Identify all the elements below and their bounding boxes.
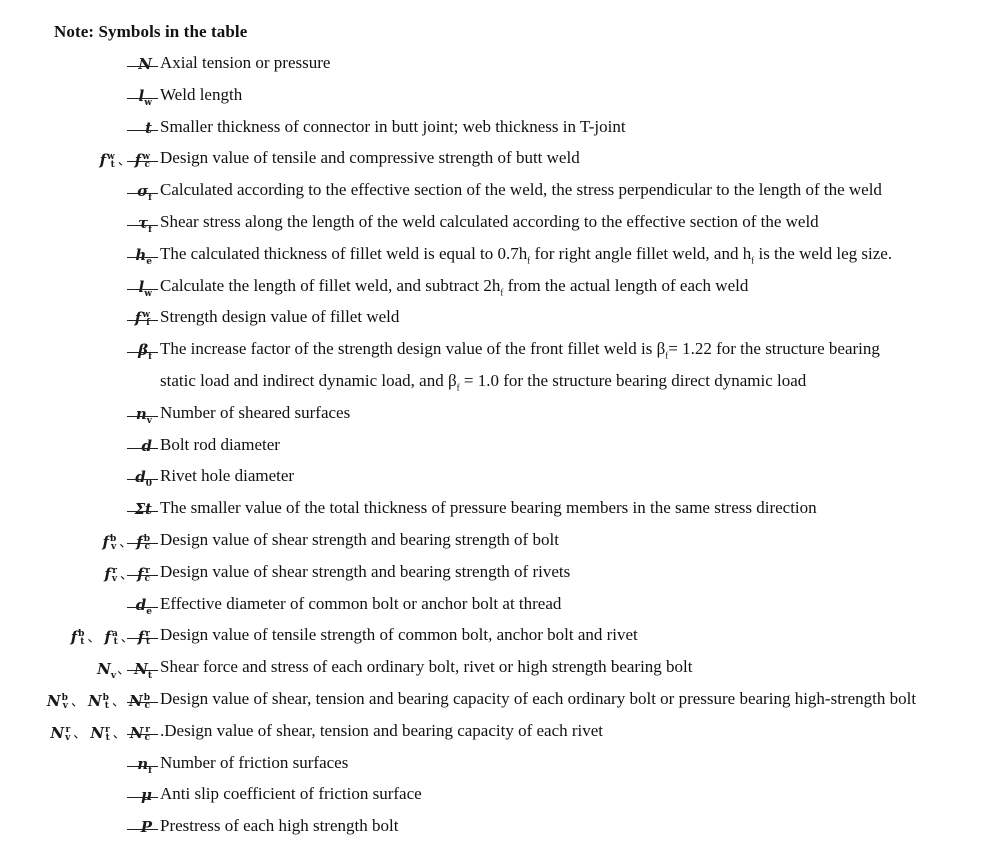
symbol-entry: t Smaller thickness of connector in butt…: [0, 117, 1000, 149]
symbol-description: Calculated according to the effective se…: [160, 180, 882, 200]
symbol-list: N Axial tension or pressure lw Weld leng…: [0, 53, 1000, 848]
symbol-entry: f b t、 f a t、 f r t Design value of tensile stre…: [0, 625, 1000, 657]
leader-dash: [127, 574, 158, 576]
symbol-description-continuation: static load and indirect dynamic load, a…: [160, 370, 807, 393]
symbol-description: Bolt rod diameter: [160, 434, 280, 454]
symbol-entry: lw Calculate the length of fillet weld, …: [0, 276, 1000, 308]
leader-dash: [127, 511, 158, 513]
symbol-entry: N Axial tension or pressure: [0, 53, 1000, 85]
symbol-description: The increase factor of the strength desi…: [160, 339, 880, 361]
symbol-f-v-r-f-c-r: f r v、 f r c: [104, 564, 150, 584]
leader-dash: [127, 479, 158, 481]
symbol-entry-continuation: static load and indirect dynamic load, a…: [0, 371, 1000, 403]
symbol-entry: fwf Strength design value of fillet weld: [0, 307, 1000, 339]
symbol-description: Design value of tensile strength of comm…: [160, 625, 638, 645]
symbol-entry: f r v、 f r c Design value of shear strength a…: [0, 562, 1000, 594]
symbol-entry: Σt The smaller value of the total thickn…: [0, 498, 1000, 530]
symbol-entry: Nb v、 Nb t、 Nb c Design value of shear, tensi…: [0, 689, 1000, 721]
symbol-description: Rivet hole diameter: [160, 466, 295, 486]
leader-dash: [127, 733, 158, 735]
leader-dash: [127, 670, 158, 672]
symbol-mu: μ: [141, 786, 152, 805]
symbol-description: Effective diameter of common bolt or anc…: [160, 593, 562, 613]
leader-dash: [127, 288, 158, 290]
leader-dash: [127, 256, 158, 258]
symbol-entry: d Bolt rod diameter: [0, 435, 1000, 467]
symbol-f-f-w: fwf: [134, 309, 150, 329]
symbol-description: Design value of shear, tension and beari…: [160, 688, 917, 708]
symbol-N: N: [138, 55, 152, 73]
symbol-entry: de Effective diameter of common bolt or …: [0, 594, 1000, 626]
leader-dash: [127, 415, 158, 417]
leader-dash: [127, 161, 158, 163]
symbol-entry: Nv、 Nt Shear force and stress of each ord…: [0, 657, 1000, 689]
symbol-p: P: [140, 818, 152, 837]
leader-dash: [127, 797, 158, 799]
leader-dash: [127, 97, 158, 99]
leader-dash: [127, 129, 158, 131]
symbol-description: Strength design value of fillet weld: [160, 307, 400, 327]
symbol-entry: nv Number of sheared surfaces: [0, 403, 1000, 435]
symbol-description: Axial tension or pressure: [160, 53, 331, 72]
symbol-entry: P Prestress of each high strength bolt: [0, 816, 1000, 848]
symbol-entry: d0 Rivet hole diameter: [0, 466, 1000, 498]
symbol-description: Shear stress along the length of the wel…: [160, 211, 819, 231]
symbol-entry: f w t、 f w c Design value of tensile and comp…: [0, 148, 1000, 180]
leader-dash: [127, 224, 158, 226]
symbol-entry: nf Number of friction surfaces: [0, 753, 1000, 785]
notes-heading: Note: Symbols in the table: [54, 22, 248, 41]
symbol-f-t-w-f-c-w: f w t、 f w c: [99, 151, 150, 171]
leader-dash: [127, 320, 158, 322]
symbol-description: Design value of shear strength and beari…: [160, 561, 571, 581]
symbol-entry: τf Shear stress along the length of the …: [0, 212, 1000, 244]
symbol-description: Design value of tensile and compressive …: [160, 148, 580, 168]
symbol-entry: Nr v、 Nr t、 Nr c .Design value of shear, tens…: [0, 721, 1000, 753]
leader-dash: [127, 829, 158, 831]
symbol-description: Number of sheared surfaces: [160, 402, 351, 422]
symbol-entry: he The calculated thickness of fillet we…: [0, 244, 1000, 276]
symbol-description: Number of friction surfaces: [160, 752, 349, 772]
symbol-n-bolt-capacity: Nb v、 Nb t、 Nb c: [46, 691, 150, 711]
leader-dash: [127, 638, 158, 640]
symbol-description: Smaller thickness of connector in butt j…: [160, 116, 626, 136]
symbol-description: Weld length: [160, 84, 243, 104]
symbol-entry: σf Calculated according to the effective…: [0, 180, 1000, 212]
leader-dash: [127, 701, 158, 703]
leader-dash: [127, 606, 158, 608]
symbol-entry: μ Anti slip coefficient of friction surf…: [0, 784, 1000, 816]
symbol-entry: lw Weld length: [0, 85, 1000, 117]
symbol-sigma-t: Σt: [134, 500, 152, 519]
leader-dash: [127, 66, 158, 67]
symbol-f-t-b-f-t-a-f-t-r: f b t、 f a t、 f r t: [70, 628, 150, 648]
symbol-n-rivet-capacity: Nr v、 Nr t、 Nr c: [50, 723, 150, 743]
symbol-description: The smaller value of the total thickness…: [160, 498, 817, 518]
symbol-entry: βf The increase factor of the strength d…: [0, 339, 1000, 371]
leader-dash: [127, 447, 158, 449]
symbol-description: Calculate the length of fillet weld, and…: [160, 275, 749, 297]
symbol-f-v-b-f-c-b: f b v、 f b c: [102, 532, 150, 552]
symbol-t: t: [145, 118, 152, 137]
symbol-description: The calculated thickness of fillet weld …: [160, 243, 893, 266]
leader-dash: [127, 352, 158, 354]
symbol-entry: f b v、 f b c Design value of shear strength a…: [0, 530, 1000, 562]
symbol-description: Design value of shear strength and beari…: [160, 529, 559, 549]
leader-dash: [127, 765, 158, 767]
symbol-description: Shear force and stress of each ordinary …: [160, 657, 693, 677]
leader-dash: [127, 193, 158, 195]
leader-dash: [127, 542, 158, 544]
symbol-description: .Design value of shear, tension and bear…: [160, 720, 604, 740]
symbol-description: Prestress of each high strength bolt: [160, 816, 399, 836]
symbol-d: d: [141, 436, 153, 455]
symbol-description: Anti slip coefficient of friction surfac…: [160, 784, 422, 804]
